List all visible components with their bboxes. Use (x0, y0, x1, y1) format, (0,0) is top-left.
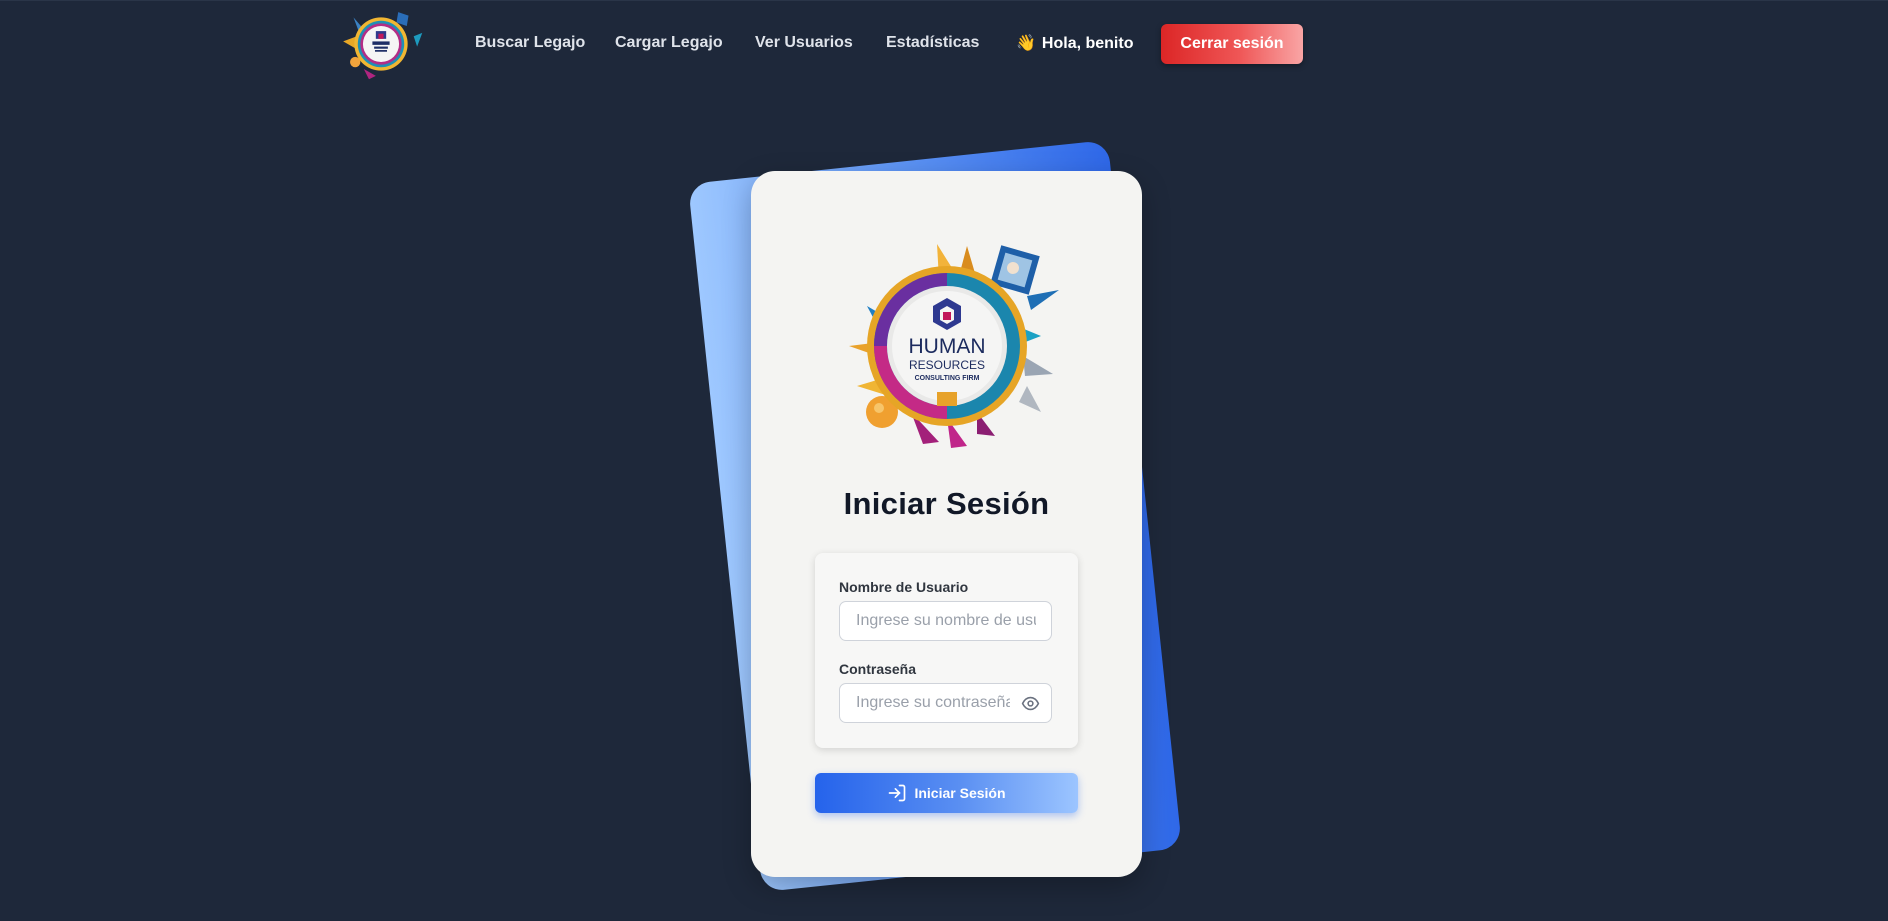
nav-estadisticas[interactable]: Estadísticas (886, 34, 979, 52)
login-submit-label: Iniciar Sesión (914, 785, 1006, 801)
nav-cargar-legajo[interactable]: Cargar Legajo (615, 34, 723, 52)
login-card: HUMAN RESOURCES CONSULTING FIRM Iniciar … (751, 171, 1142, 877)
username-field-wrapper (839, 601, 1052, 641)
logout-button[interactable]: Cerrar sesión (1161, 24, 1303, 64)
username-input[interactable] (856, 602, 1036, 640)
user-greeting: 👋 Hola, benito (1016, 33, 1133, 53)
password-input[interactable] (856, 684, 1010, 722)
eye-icon[interactable] (1021, 694, 1040, 713)
login-title: Iniciar Sesión (843, 486, 1050, 521)
logo-text-human: HUMAN (909, 335, 986, 358)
waving-hand-icon: 👋 (1016, 35, 1036, 52)
nav-ver-usuarios[interactable]: Ver Usuarios (755, 34, 853, 52)
human-resources-logo-icon[interactable] (338, 7, 424, 81)
top-navigation-bar: Buscar Legajo Cargar Legajo Ver Usuarios… (0, 0, 1888, 89)
login-form: Nombre de Usuario Contraseña (815, 553, 1078, 748)
logo-text-resources: RESOURCES (909, 358, 985, 372)
username-label: Nombre de Usuario (839, 579, 969, 595)
login-arrow-icon (889, 784, 906, 802)
greeting-text: Hola, benito (1041, 35, 1134, 52)
human-resources-logo-icon: HUMAN RESOURCES CONSULTING FIRM (849, 244, 1059, 448)
nav-buscar-legajo[interactable]: Buscar Legajo (475, 34, 585, 52)
login-submit-button[interactable]: Iniciar Sesión (815, 773, 1078, 813)
logo-text-consulting: CONSULTING FIRM (915, 375, 980, 382)
password-label: Contraseña (839, 661, 917, 677)
password-field-wrapper (839, 683, 1052, 723)
